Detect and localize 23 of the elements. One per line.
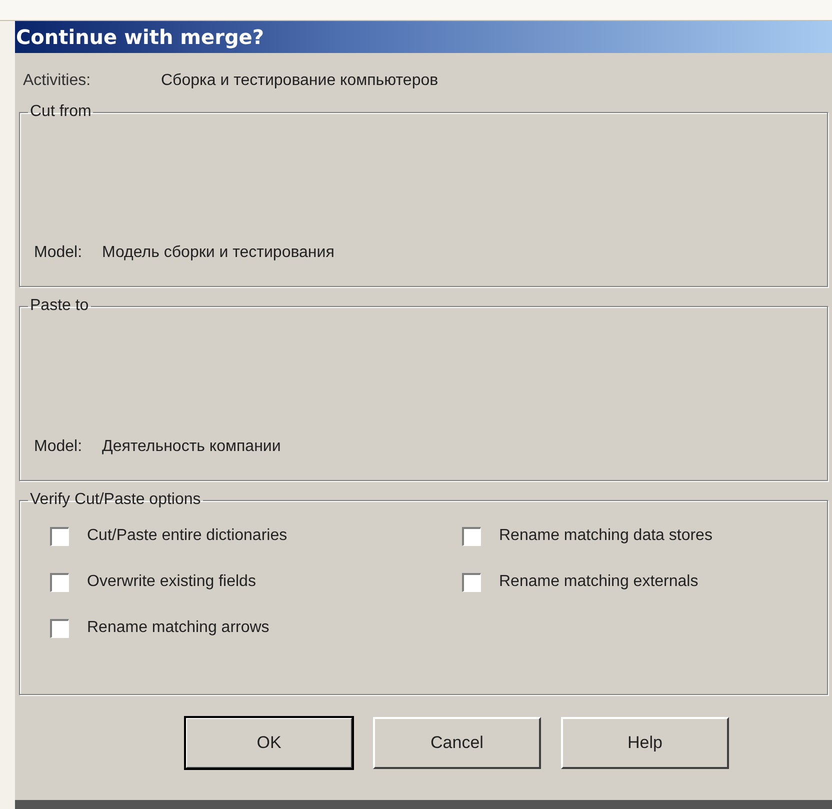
- checkbox-label: Rename matching externals: [499, 573, 698, 591]
- group-title: Cut from: [29, 103, 92, 121]
- checkbox-label: Overwrite existing fields: [87, 573, 256, 591]
- dialog-button[interactable]: Help: [561, 717, 729, 769]
- checkbox[interactable]: [462, 526, 481, 546]
- activities-value: Сборка и тестирование компьютеров: [161, 72, 438, 90]
- checkbox[interactable]: [50, 572, 69, 592]
- activities-label: Activities:: [23, 72, 92, 90]
- group-title: Paste to: [29, 297, 90, 315]
- checkbox[interactable]: [462, 572, 481, 592]
- window-title: Continue with merge?: [15, 25, 264, 49]
- model-value: Модель сборки и тестирования: [102, 244, 334, 262]
- dialog-button[interactable]: Cancel: [373, 717, 541, 769]
- model-label: Model:: [34, 438, 84, 456]
- checkbox-label: Rename matching data stores: [499, 527, 712, 545]
- model-value: Деятельность компании: [102, 438, 281, 456]
- group-title: Verify Cut/Paste options: [29, 491, 202, 509]
- checkbox-label: Rename matching arrows: [87, 619, 270, 637]
- checkbox-label: Cut/Paste entire dictionaries: [87, 527, 288, 545]
- checkbox[interactable]: [50, 526, 69, 546]
- checkbox[interactable]: [50, 618, 69, 638]
- model-label: Model:: [34, 244, 84, 262]
- dialog-button[interactable]: OK: [185, 717, 353, 769]
